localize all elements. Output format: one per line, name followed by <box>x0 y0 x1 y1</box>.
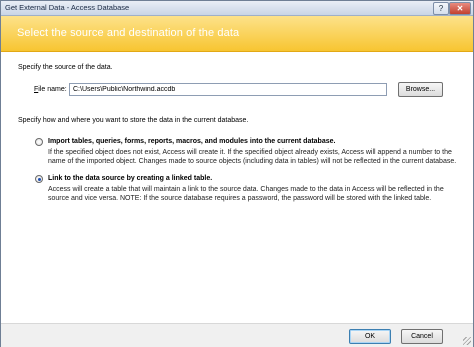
title-bar[interactable]: Get External Data - Access Database ? ✕ <box>1 1 473 16</box>
import-radio[interactable] <box>35 138 43 146</box>
dialog-footer: OK Cancel <box>1 323 473 347</box>
browse-button-label: Browse... <box>405 86 436 93</box>
destination-instruction: Specify how and where you want to store … <box>18 117 249 124</box>
import-option-title[interactable]: Import tables, queries, forms, reports, … <box>48 138 335 145</box>
ok-button-label: OK <box>364 333 376 340</box>
import-option-desc-line1: If the specified object does not exist, … <box>48 149 452 156</box>
file-name-label-rest: ile name: <box>38 86 67 93</box>
help-button[interactable]: ? <box>433 2 449 15</box>
link-option-desc-line1: Access will create a table that will mai… <box>48 186 444 193</box>
file-name-input[interactable] <box>69 83 387 96</box>
file-name-label: File name: <box>34 86 67 93</box>
cancel-button[interactable]: Cancel <box>401 329 443 344</box>
link-option-title[interactable]: Link to the data source by creating a li… <box>48 175 212 182</box>
banner-title: Select the source and destination of the… <box>17 27 240 39</box>
dialog-window: Get External Data - Access Database ? ✕ … <box>0 0 474 347</box>
resize-grip-icon[interactable] <box>463 337 471 345</box>
close-button[interactable]: ✕ <box>449 2 471 15</box>
window-title: Get External Data - Access Database <box>5 3 130 12</box>
source-instruction: Specify the source of the data. <box>18 64 113 71</box>
cancel-button-label: Cancel <box>411 333 433 340</box>
link-radio[interactable] <box>35 175 43 183</box>
close-icon: ✕ <box>456 3 464 13</box>
browse-button[interactable]: Browse... <box>398 82 443 97</box>
header-banner: Select the source and destination of the… <box>1 16 473 52</box>
import-option-desc-line2: name of the imported object. Changes mad… <box>48 158 457 165</box>
ok-button[interactable]: OK <box>349 329 391 344</box>
help-icon: ? <box>438 3 444 13</box>
dialog-content: Specify the source of the data. File nam… <box>1 52 473 323</box>
link-option-desc-line2: source and vice versa. NOTE: If the sour… <box>48 195 432 202</box>
